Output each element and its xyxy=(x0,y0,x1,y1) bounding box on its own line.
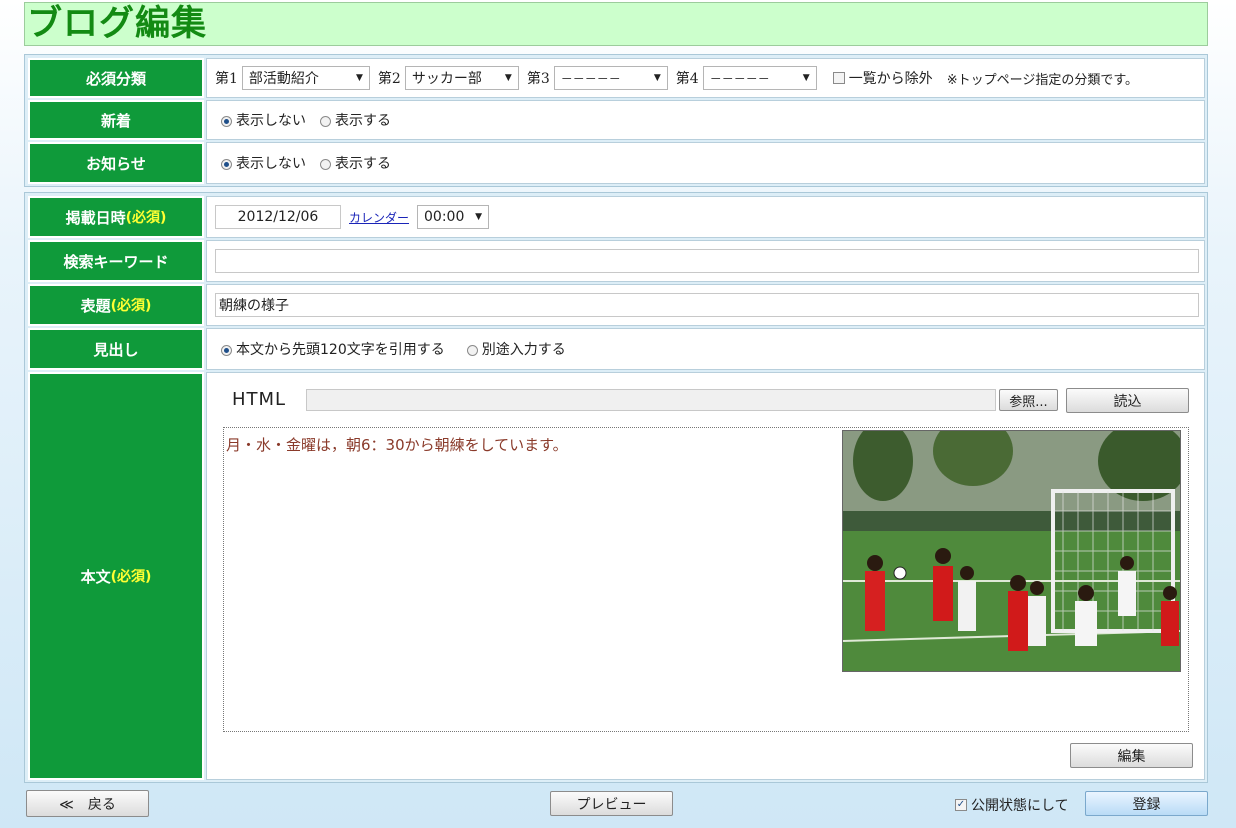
heading-label: 見出し xyxy=(28,328,204,370)
category1-value: 部活動紹介 xyxy=(248,71,319,87)
publish-checkbox[interactable]: ✓ 公開状態にして xyxy=(955,795,1069,815)
publish-label: 公開状態にして xyxy=(971,798,1069,814)
back-button-label: ≪ 戻る xyxy=(59,796,116,813)
register-button-label: 登録 xyxy=(1132,796,1161,813)
checkbox-checked-icon: ✓ xyxy=(955,799,967,811)
body-required-mark: (必須) xyxy=(110,569,152,585)
subject-required-mark: (必須) xyxy=(110,298,152,314)
category-label-text: 必須分類 xyxy=(85,69,146,88)
notice-show-label: 表示する xyxy=(335,156,391,172)
html-label: HTML xyxy=(232,389,287,410)
exclude-label: 一覧から除外 xyxy=(848,71,933,87)
keyword-label: 検索キーワード xyxy=(28,240,204,282)
title-bar: ブログ編集 xyxy=(24,2,1208,46)
heading-quote-radio[interactable]: 本文から先頭120文字を引用する xyxy=(221,339,445,359)
keyword-label-text: 検索キーワード xyxy=(63,252,169,271)
register-button[interactable]: 登録 xyxy=(1085,791,1208,816)
radio-icon xyxy=(320,115,331,127)
category4-value: －－－－－ xyxy=(709,71,770,86)
category-label: 必須分類 xyxy=(28,58,204,98)
date-required-mark: (必須) xyxy=(125,210,167,226)
notice-label-text: お知らせ xyxy=(86,154,146,173)
keyword-input[interactable] xyxy=(215,249,1199,273)
radio-icon xyxy=(466,344,478,356)
radio-selected-icon xyxy=(221,158,232,170)
category3-select[interactable]: －－－－－ ▼ xyxy=(553,66,668,90)
soccer-photo-image xyxy=(843,431,1180,671)
category1-select[interactable]: 部活動紹介 ▼ xyxy=(241,66,370,90)
category4-select[interactable]: －－－－－ ▼ xyxy=(702,66,817,90)
heading-label-text: 見出し xyxy=(93,340,139,359)
time-value: 00:00 xyxy=(424,209,465,225)
date-label: 掲載日時 (必須) xyxy=(28,196,204,238)
category1-prefix: 第1 xyxy=(215,71,238,87)
category3-prefix: 第3 xyxy=(526,71,550,87)
category-cell: 第1 部活動紹介 ▼ 第2 サッカー部 ▼ 第3 －－－－－ ▼ 第4 －－－－－ ▼ … xyxy=(206,58,1205,98)
subject-label: 表題 (必須) xyxy=(28,284,204,326)
checkbox-icon xyxy=(832,72,845,84)
new-show-label: 表示する xyxy=(335,113,391,129)
back-button[interactable]: ≪ 戻る xyxy=(26,790,149,817)
category3-value: －－－－－ xyxy=(560,71,621,86)
category4-prefix: 第4 xyxy=(675,71,699,87)
category2-value: サッカー部 xyxy=(411,71,482,87)
heading-quote-label: 本文から先頭120文字を引用する xyxy=(236,342,445,358)
subject-input[interactable]: 朝練の様子 xyxy=(215,293,1199,317)
radio-icon xyxy=(320,158,331,170)
notice-hide-radio[interactable]: 表示しない xyxy=(221,153,306,173)
radio-selected-icon xyxy=(221,115,232,127)
new-label: 新着 xyxy=(28,100,204,140)
new-hide-radio[interactable]: 表示しない xyxy=(221,110,306,130)
body-label-text: 本文 xyxy=(80,567,111,586)
notice-cell: 表示しない 表示する xyxy=(206,142,1205,184)
chevron-down-icon: ▼ xyxy=(504,73,512,83)
notice-show-radio[interactable]: 表示する xyxy=(320,153,391,173)
category-note: ※トップページ指定の分類です。 xyxy=(946,72,1139,88)
date-cell: 2012/12/06 カレンダー 00:00 ▼ xyxy=(206,196,1205,238)
new-cell: 表示しない 表示する xyxy=(206,100,1205,140)
edit-button-label: 編集 xyxy=(1117,748,1146,765)
load-button[interactable]: 読込 xyxy=(1066,388,1189,413)
chevron-down-icon: ▼ xyxy=(356,73,363,83)
browse-button-label: 参照... xyxy=(1009,394,1048,410)
html-file-input[interactable] xyxy=(306,389,996,411)
notice-hide-label: 表示しない xyxy=(236,156,306,172)
preview-button[interactable]: プレビュー xyxy=(550,791,673,816)
chevron-down-icon: ▼ xyxy=(475,212,483,222)
category2-prefix: 第2 xyxy=(377,71,401,87)
chevron-down-icon: ▼ xyxy=(802,73,810,83)
new-label-text: 新着 xyxy=(100,111,131,130)
calendar-link[interactable]: カレンダー xyxy=(349,209,409,226)
exclude-checkbox[interactable]: 一覧から除外 xyxy=(832,68,933,88)
date-value: 2012/12/06 xyxy=(237,209,319,225)
heading-separate-radio[interactable]: 別途入力する xyxy=(466,339,566,359)
edit-button[interactable]: 編集 xyxy=(1070,743,1193,768)
page-title: ブログ編集 xyxy=(27,4,208,44)
radio-selected-icon xyxy=(221,344,232,356)
notice-label: お知らせ xyxy=(28,142,204,184)
subject-label-text: 表題 xyxy=(80,296,111,315)
subject-value: 朝練の様子 xyxy=(219,298,289,314)
heading-separate-label: 別途入力する xyxy=(481,342,566,358)
load-button-label: 読込 xyxy=(1113,393,1142,410)
browse-button[interactable]: 参照... xyxy=(999,389,1058,411)
body-label: 本文 (必須) xyxy=(28,372,204,780)
body-text: 月・水・金曜は，朝6：30から朝練をしています。 xyxy=(226,436,568,454)
new-hide-label: 表示しない xyxy=(236,113,306,129)
category2-select[interactable]: サッカー部 ▼ xyxy=(404,66,519,90)
date-label-text: 掲載日時 xyxy=(65,208,126,227)
chevron-down-icon: ▼ xyxy=(653,73,661,83)
soccer-photo[interactable] xyxy=(842,430,1181,672)
heading-cell: 本文から先頭120文字を引用する 別途入力する xyxy=(206,328,1205,370)
subject-cell: 朝練の様子 xyxy=(206,284,1205,326)
time-select[interactable]: 00:00 ▼ xyxy=(417,205,490,229)
keyword-cell xyxy=(206,240,1205,282)
date-input[interactable]: 2012/12/06 xyxy=(215,205,341,229)
preview-button-label: プレビュー xyxy=(576,796,647,813)
new-show-radio[interactable]: 表示する xyxy=(320,110,391,130)
